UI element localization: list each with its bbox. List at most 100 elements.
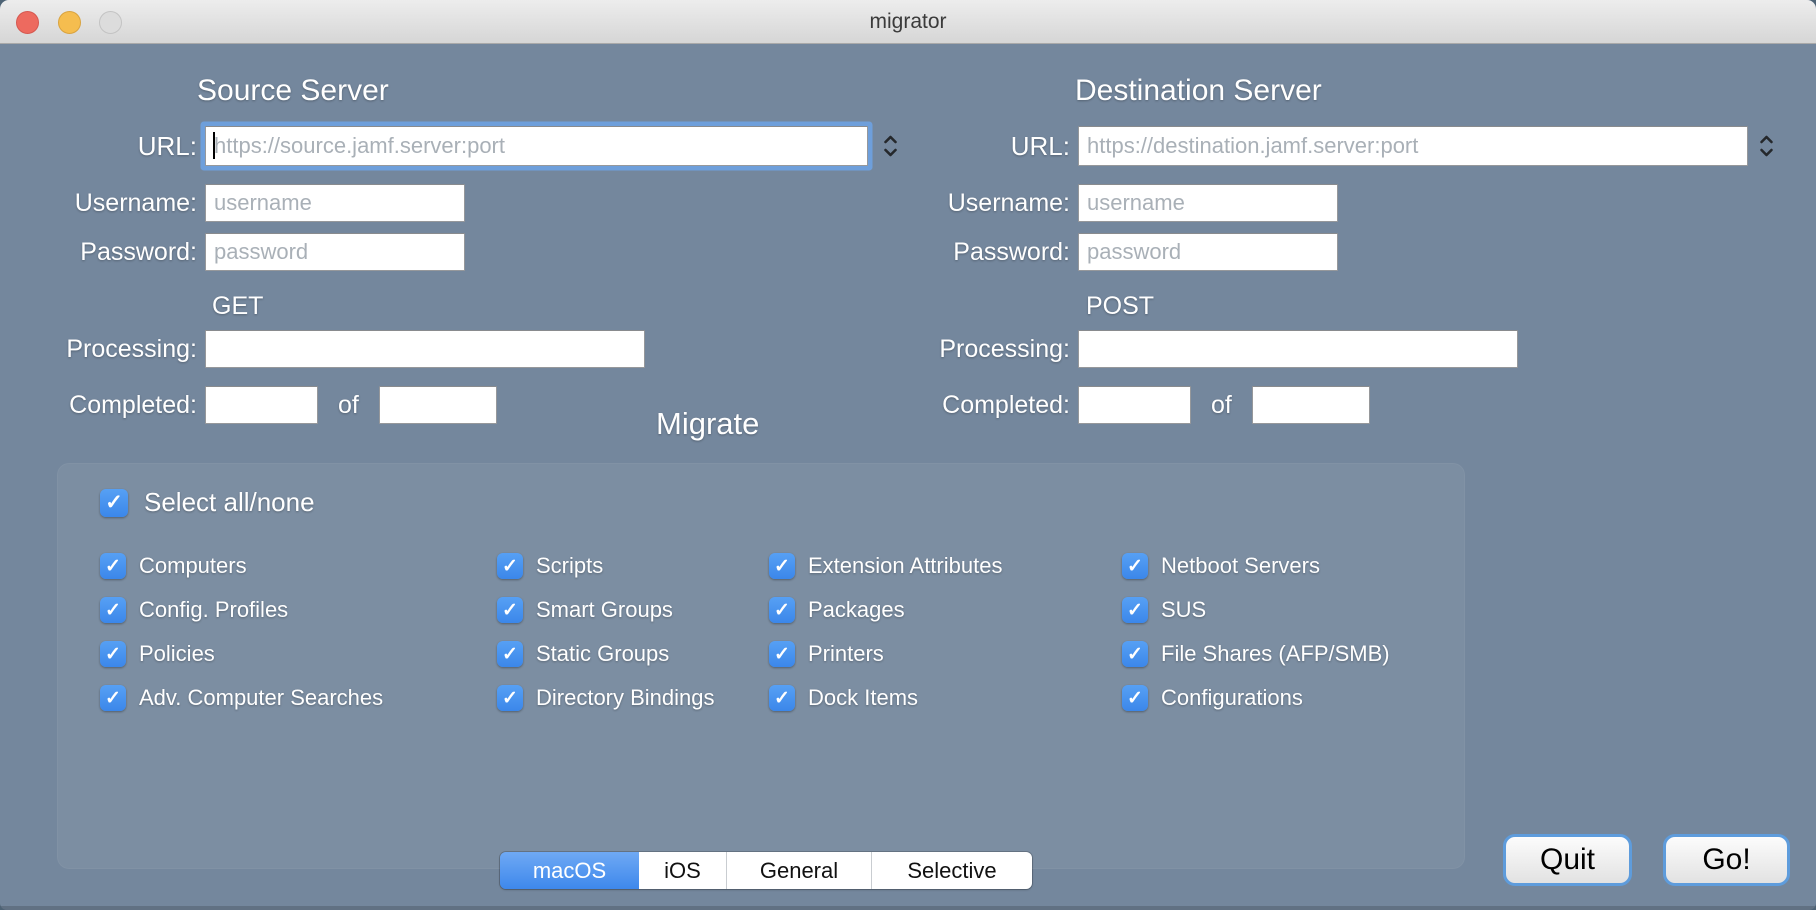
tab-general[interactable]: General <box>727 852 872 889</box>
checkbox-item-scripts: Scripts <box>497 553 603 579</box>
destination-completed-count-field <box>1078 386 1191 424</box>
checkbox-label: SUS <box>1161 597 1206 623</box>
go-button[interactable]: Go! <box>1663 834 1790 886</box>
checkbox-item-packages: Packages <box>769 597 905 623</box>
tab-macos[interactable]: macOS <box>500 852 639 889</box>
printers-checkbox[interactable] <box>769 641 795 667</box>
destination-processing-input[interactable] <box>1078 330 1518 368</box>
app-window: migrator Source Server Destination Serve… <box>0 0 1816 910</box>
smart-groups-checkbox[interactable] <box>497 597 523 623</box>
quit-button[interactable]: Quit <box>1503 834 1632 886</box>
source-completed-count-input[interactable] <box>205 386 318 424</box>
source-username-row: Username: <box>57 184 465 222</box>
window-bottom-edge <box>0 906 1816 910</box>
checkbox-item-printers: Printers <box>769 641 884 667</box>
packages-checkbox[interactable] <box>769 597 795 623</box>
destination-url-input[interactable] <box>1078 126 1748 166</box>
source-completed-count-field <box>205 386 318 424</box>
checkbox-label: Printers <box>808 641 884 667</box>
destination-password-row: Password: <box>930 233 1338 271</box>
checkbox-item-static-groups: Static Groups <box>497 641 669 667</box>
source-processing-row: Processing: <box>57 330 645 368</box>
source-url-stepper-icon[interactable] <box>880 129 900 163</box>
window-title: migrator <box>0 0 1816 44</box>
tab-selective[interactable]: Selective <box>872 852 1032 889</box>
dock-items-checkbox[interactable] <box>769 685 795 711</box>
chevron-up-icon <box>1759 135 1774 144</box>
destination-username-row: Username: <box>930 184 1338 222</box>
scripts-checkbox[interactable] <box>497 553 523 579</box>
checkbox-item-configurations: Configurations <box>1122 685 1303 711</box>
destination-total-count-input[interactable] <box>1252 386 1370 424</box>
destination-processing-label: Processing: <box>930 335 1070 364</box>
source-username-label: Username: <box>57 189 197 218</box>
source-password-label: Password: <box>57 238 197 267</box>
static-groups-checkbox[interactable] <box>497 641 523 667</box>
configurations-checkbox[interactable] <box>1122 685 1148 711</box>
checkbox-label: Scripts <box>536 553 603 579</box>
source-url-field <box>205 126 868 166</box>
computers-checkbox[interactable] <box>100 553 126 579</box>
source-processing-input[interactable] <box>205 330 645 368</box>
source-password-row: Password: <box>57 233 465 271</box>
destination-username-input[interactable] <box>1078 184 1338 222</box>
directory-bindings-checkbox[interactable] <box>497 685 523 711</box>
tab-segmented-control: macOS iOS General Selective <box>500 852 1032 889</box>
title-bar: migrator <box>0 0 1816 44</box>
destination-processing-field <box>1078 330 1518 368</box>
destination-completed-count-input[interactable] <box>1078 386 1191 424</box>
netboot-servers-checkbox[interactable] <box>1122 553 1148 579</box>
destination-password-label: Password: <box>930 238 1070 267</box>
tab-ios[interactable]: iOS <box>639 852 727 889</box>
source-password-field <box>205 233 465 271</box>
source-total-count-input[interactable] <box>379 386 497 424</box>
sus-checkbox[interactable] <box>1122 597 1148 623</box>
checkbox-item-policies: Policies <box>100 641 215 667</box>
destination-url-row: URL: <box>930 122 1748 170</box>
select-all-checkbox[interactable] <box>100 489 128 517</box>
migrate-panel: Select all/none Computers Config. Profil… <box>57 463 1465 869</box>
checkbox-label: Extension Attributes <box>808 553 1002 579</box>
checkbox-label: Adv. Computer Searches <box>139 685 383 711</box>
checkbox-label: Smart Groups <box>536 597 673 623</box>
destination-processing-row: Processing: <box>930 330 1518 368</box>
source-processing-field <box>205 330 645 368</box>
source-url-input[interactable] <box>205 126 868 166</box>
checkbox-item-sus: SUS <box>1122 597 1206 623</box>
checkbox-item-extension-attributes: Extension Attributes <box>769 553 1002 579</box>
destination-url-stepper-icon[interactable] <box>1756 129 1776 163</box>
checkbox-label: Dock Items <box>808 685 918 711</box>
config-profiles-checkbox[interactable] <box>100 597 126 623</box>
checkbox-label: File Shares (AFP/SMB) <box>1161 641 1390 667</box>
source-password-input[interactable] <box>205 233 465 271</box>
checkbox-label: Configurations <box>1161 685 1303 711</box>
source-username-input[interactable] <box>205 184 465 222</box>
adv-computer-searches-checkbox[interactable] <box>100 685 126 711</box>
destination-url-label: URL: <box>930 131 1070 162</box>
source-url-row: URL: <box>57 122 868 170</box>
select-all-label: Select all/none <box>144 487 315 518</box>
extension-attributes-checkbox[interactable] <box>769 553 795 579</box>
source-of-label: of <box>338 391 359 420</box>
checkbox-label: Packages <box>808 597 905 623</box>
checkbox-item-netboot-servers: Netboot Servers <box>1122 553 1320 579</box>
checkbox-label: Directory Bindings <box>536 685 715 711</box>
file-shares-checkbox[interactable] <box>1122 641 1148 667</box>
chevron-down-icon <box>1759 148 1774 157</box>
source-username-field <box>205 184 465 222</box>
source-url-label: URL: <box>57 131 197 162</box>
destination-password-input[interactable] <box>1078 233 1338 271</box>
source-total-count-field <box>379 386 497 424</box>
checkbox-item-config-profiles: Config. Profiles <box>100 597 288 623</box>
source-completed-label: Completed: <box>57 391 197 420</box>
source-completed-row: Completed: of <box>57 385 497 425</box>
checkbox-item-adv-computer-searches: Adv. Computer Searches <box>100 685 383 711</box>
destination-method-label: POST <box>1086 292 1154 321</box>
checkbox-label: Netboot Servers <box>1161 553 1320 579</box>
checkbox-item-file-shares: File Shares (AFP/SMB) <box>1122 641 1390 667</box>
destination-completed-label: Completed: <box>930 391 1070 420</box>
chevron-up-icon <box>883 135 898 144</box>
source-server-heading: Source Server <box>197 74 389 108</box>
select-all-item: Select all/none <box>100 487 315 518</box>
policies-checkbox[interactable] <box>100 641 126 667</box>
